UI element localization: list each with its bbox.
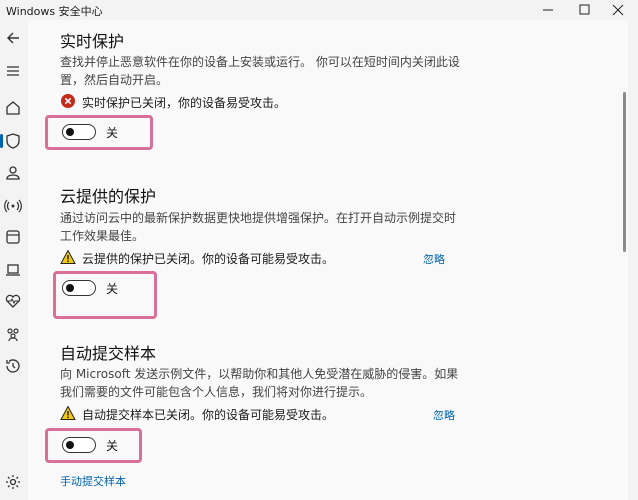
minimize-icon bbox=[543, 9, 553, 11]
cloud-protection-description: 通过访问云中的最新保护数据更快地提供增强保护。在打开自动示例提交时工作效果最佳。 bbox=[60, 211, 457, 243]
toggle-knob bbox=[66, 440, 74, 449]
history-icon[interactable] bbox=[4, 357, 22, 375]
realtime-status-text: 实时保护已关闭，你的设备易受攻击。 bbox=[82, 96, 287, 110]
hamburger-menu-icon[interactable] bbox=[4, 62, 22, 80]
active-nav-indicator bbox=[0, 134, 3, 148]
person-icon[interactable] bbox=[4, 164, 22, 182]
toggle-switch[interactable] bbox=[62, 437, 96, 453]
laptop-icon[interactable] bbox=[4, 261, 22, 279]
nav-sidebar bbox=[0, 20, 26, 500]
cloud-protection-title: 云提供的保护 bbox=[60, 187, 157, 206]
toggle-knob bbox=[66, 283, 74, 292]
family-icon[interactable] bbox=[4, 325, 22, 343]
auto-submit-title: 自动提交样本 bbox=[60, 344, 157, 363]
toggle-state-label: 关 bbox=[106, 282, 119, 296]
shield-icon[interactable] bbox=[4, 132, 22, 150]
back-arrow-icon[interactable] bbox=[4, 29, 22, 47]
warning-triangle-icon bbox=[60, 405, 76, 420]
close-icon bbox=[612, 4, 624, 16]
realtime-protection-title: 实时保护 bbox=[60, 32, 125, 51]
vertical-scrollbar[interactable] bbox=[623, 92, 626, 252]
toggle-knob bbox=[66, 127, 74, 136]
cloud-toggle[interactable]: 关 bbox=[56, 274, 146, 302]
main-content: 实时保护 查找并停止恶意软件在你的设备上安装或运行。 你可以在短时间内关闭此设置… bbox=[28, 20, 628, 500]
cloud-status-text: 云提供的保护已关闭。你的设备可能易受攻击。 bbox=[82, 252, 335, 266]
app-title: Windows 安全中心 bbox=[6, 5, 103, 18]
toggle-state-label: 关 bbox=[106, 439, 119, 453]
settings-gear-icon[interactable] bbox=[4, 473, 22, 491]
auto-submit-ignore-link[interactable]: 忽略 bbox=[433, 407, 455, 423]
auto-submit-status-text: 自动提交样本已关闭。你的设备可能易受攻击。 bbox=[82, 408, 335, 422]
auto-submit-toggle[interactable]: 关 bbox=[56, 431, 146, 459]
toggle-state-label: 关 bbox=[106, 126, 119, 140]
realtime-protection-description: 查找并停止恶意软件在你的设备上安装或运行。 你可以在短时间内关闭此设置，然后自动… bbox=[60, 55, 460, 87]
error-circle-icon bbox=[61, 94, 75, 108]
warning-triangle-icon bbox=[60, 249, 76, 264]
auto-submit-description: 向 Microsoft 发送示例文件，以帮助你和其他人免受潜在威胁的侵害。如果我… bbox=[60, 367, 459, 399]
close-button[interactable] bbox=[598, 0, 638, 20]
home-icon[interactable] bbox=[4, 99, 22, 117]
manual-submit-sample-link[interactable]: 手动提交样本 bbox=[60, 473, 126, 489]
title-bar: Windows 安全中心 bbox=[0, 0, 638, 20]
wifi-antenna-icon[interactable] bbox=[4, 197, 22, 215]
realtime-toggle[interactable]: 关 bbox=[56, 118, 146, 146]
cloud-ignore-link[interactable]: 忽略 bbox=[423, 251, 445, 267]
minimize-button[interactable] bbox=[528, 0, 568, 20]
toggle-switch[interactable] bbox=[62, 280, 96, 296]
heart-pulse-icon[interactable] bbox=[4, 292, 22, 310]
app-browser-icon[interactable] bbox=[4, 228, 22, 246]
toggle-switch[interactable] bbox=[62, 124, 96, 140]
